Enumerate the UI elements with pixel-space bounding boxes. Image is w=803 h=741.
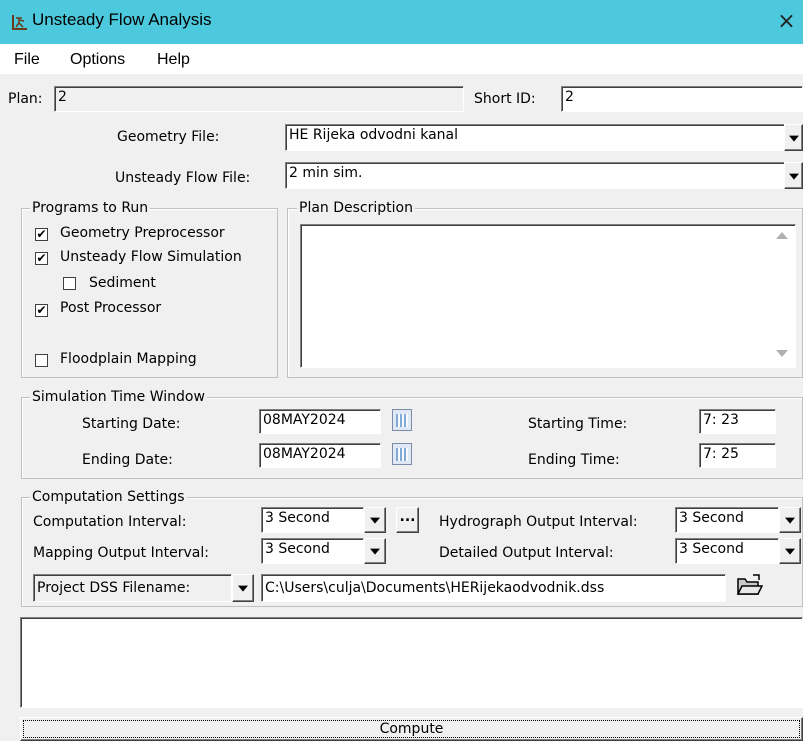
dss-path-field[interactable]: C:\Users\culja\Documents\HERijekaodvodni…: [261, 574, 726, 602]
compute-button[interactable]: Compute: [20, 717, 803, 741]
sediment-checkbox[interactable]: [63, 277, 76, 290]
plan-description-title: Plan Description: [297, 200, 415, 216]
ending-time-label: Ending Time:: [528, 452, 620, 468]
mapping-output-interval-label: Mapping Output Interval:: [33, 545, 209, 561]
post-processor-checkbox[interactable]: ✔: [35, 304, 48, 317]
plan-description-textarea[interactable]: [300, 224, 796, 368]
computation-log-area[interactable]: [20, 617, 803, 708]
menu-help[interactable]: Help: [157, 51, 190, 69]
hydrograph-dropdown-button[interactable]: [779, 507, 801, 533]
computation-interval-select[interactable]: 3 Second: [261, 507, 364, 533]
chevron-down-icon: [788, 173, 799, 180]
hydrograph-output-interval-select[interactable]: 3 Second: [675, 507, 779, 533]
chevron-down-icon: [788, 135, 799, 142]
computation-interval-label: Computation Interval:: [33, 514, 187, 530]
programs-group-title: Programs to Run: [30, 200, 151, 216]
geometry-file-label: Geometry File:: [117, 129, 220, 145]
detailed-output-interval-select[interactable]: 3 Second: [675, 538, 779, 564]
ending-date-field[interactable]: 08MAY2024: [259, 443, 381, 468]
starting-date-field[interactable]: 08MAY2024: [259, 409, 381, 434]
menu-file[interactable]: File: [14, 51, 40, 69]
open-folder-icon[interactable]: [735, 573, 763, 599]
ending-date-label: Ending Date:: [82, 452, 173, 468]
geometry-preprocessor-checkbox[interactable]: ✔: [35, 228, 48, 241]
calendar-icon[interactable]: [392, 409, 412, 431]
dss-filename-type-select[interactable]: Project DSS Filename:: [33, 574, 232, 602]
starting-time-field[interactable]: 7: 23: [699, 409, 776, 434]
floodplain-mapping-checkbox[interactable]: [35, 354, 48, 367]
close-button[interactable]: ×: [770, 4, 803, 40]
geometry-preprocessor-label[interactable]: Geometry Preprocessor: [60, 225, 225, 241]
computation-settings-title: Computation Settings: [30, 489, 187, 505]
short-id-field[interactable]: 2: [561, 86, 803, 112]
menu-options[interactable]: Options: [70, 51, 125, 69]
chevron-down-icon: [785, 548, 795, 555]
post-processor-label[interactable]: Post Processor: [60, 300, 161, 316]
simulation-time-window-title: Simulation Time Window: [30, 389, 207, 405]
dss-type-dropdown-button[interactable]: [232, 574, 254, 602]
chevron-down-icon: [785, 517, 795, 524]
short-id-label: Short ID:: [474, 91, 536, 107]
plan-title-field[interactable]: 2: [54, 86, 464, 112]
window-title: Unsteady Flow Analysis: [32, 10, 212, 29]
unsteady-flow-select[interactable]: 2 min sim.: [285, 162, 785, 189]
geometry-dropdown-button[interactable]: [784, 124, 803, 151]
chevron-down-icon: [370, 548, 380, 555]
calendar-icon[interactable]: [392, 443, 412, 465]
unsteady-flow-dropdown-button[interactable]: [784, 162, 803, 189]
computation-interval-dropdown-button[interactable]: [364, 507, 386, 533]
unsteady-flow-simulation-checkbox[interactable]: ✔: [35, 252, 48, 265]
scroll-up-icon[interactable]: [776, 232, 788, 239]
ending-time-field[interactable]: 7: 25: [699, 443, 776, 468]
mapping-output-interval-select[interactable]: 3 Second: [261, 538, 364, 564]
chevron-down-icon: [238, 585, 248, 592]
detailed-dropdown-button[interactable]: [779, 538, 801, 564]
hec-ras-figure-icon: [12, 15, 27, 30]
detailed-output-interval-label: Detailed Output Interval:: [439, 545, 614, 561]
computation-options-button[interactable]: ...: [396, 507, 419, 533]
chevron-down-icon: [370, 517, 380, 524]
floodplain-mapping-label[interactable]: Floodplain Mapping: [60, 351, 197, 367]
plan-label: Plan:: [8, 91, 43, 107]
hydrograph-output-interval-label: Hydrograph Output Interval:: [439, 514, 638, 530]
unsteady-flow-label: Unsteady Flow File:: [115, 170, 251, 186]
starting-time-label: Starting Time:: [528, 416, 628, 432]
geometry-file-select[interactable]: HE Rijeka odvodni kanal: [285, 124, 785, 151]
mapping-dropdown-button[interactable]: [364, 538, 386, 564]
sediment-label[interactable]: Sediment: [89, 275, 156, 291]
unsteady-flow-simulation-label[interactable]: Unsteady Flow Simulation: [60, 249, 242, 265]
starting-date-label: Starting Date:: [82, 416, 181, 432]
scroll-down-icon[interactable]: [776, 350, 788, 357]
